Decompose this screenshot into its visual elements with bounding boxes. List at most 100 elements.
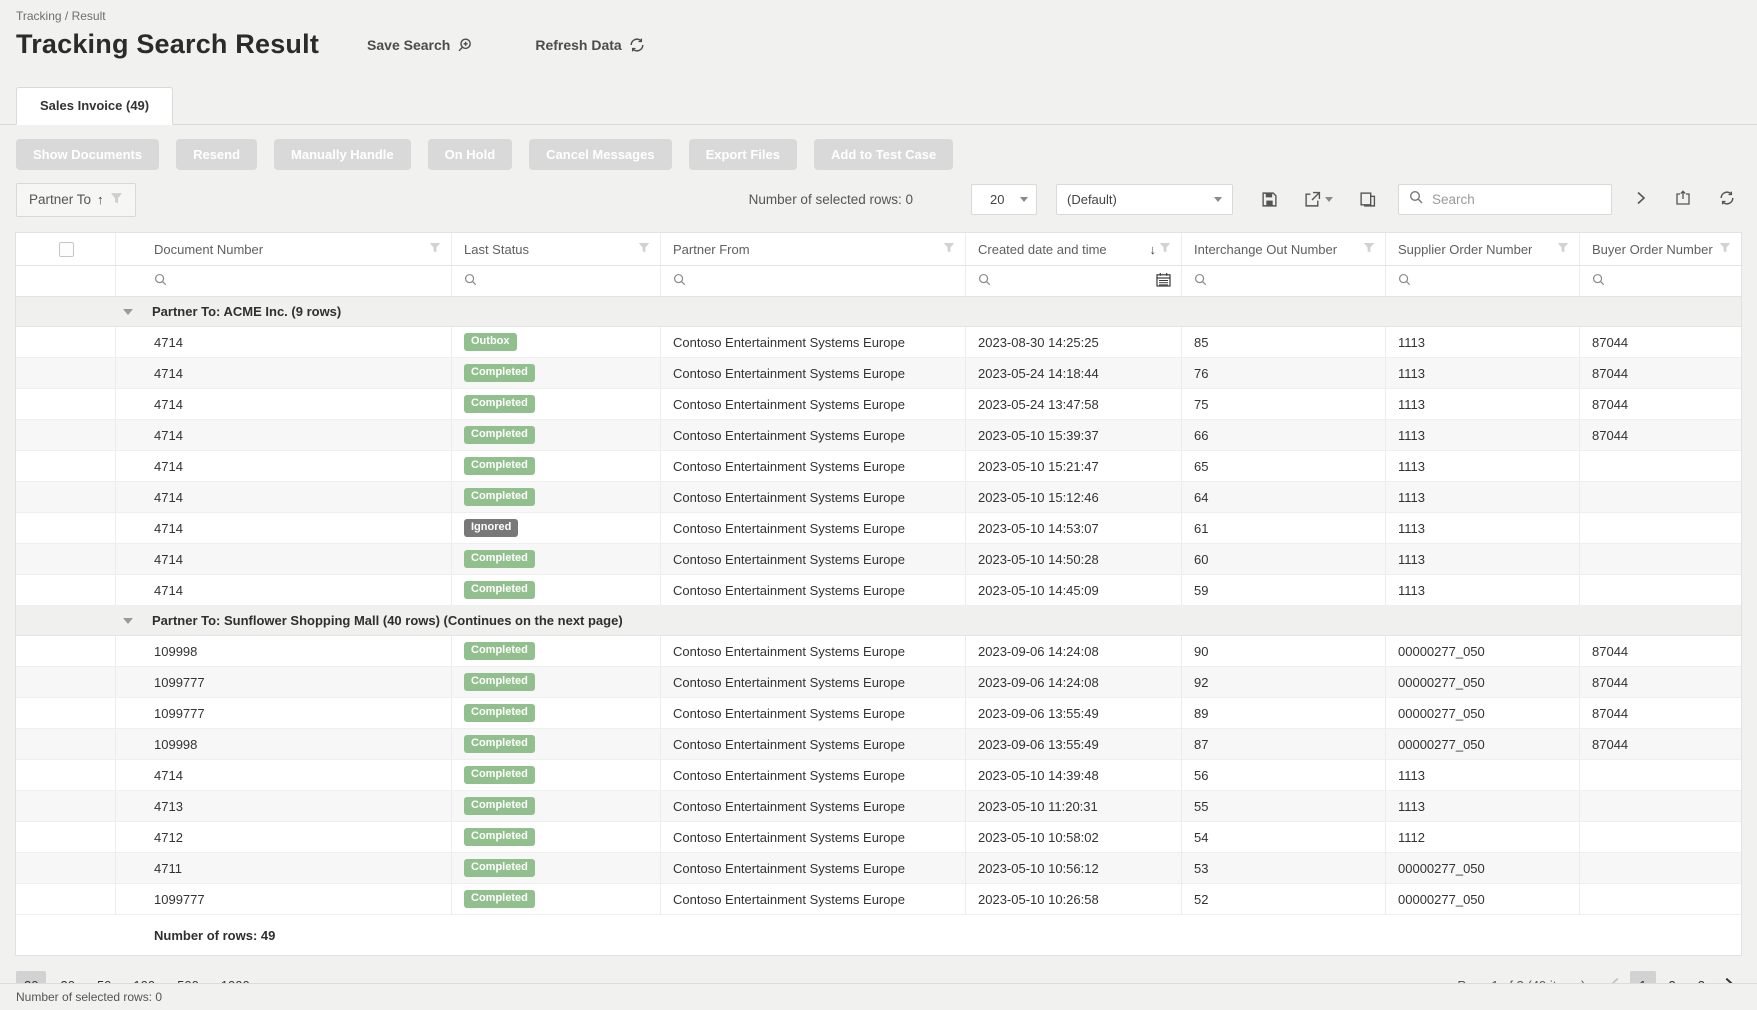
table-row[interactable]: 4714CompletedContoso Entertainment Syste… <box>16 420 1741 451</box>
column-header-doc[interactable]: Document Number <box>116 233 452 265</box>
filter-icon[interactable] <box>1557 242 1569 257</box>
search-icon <box>464 273 477 289</box>
status-bar: Number of selected rows: 0 <box>0 983 1757 1010</box>
layout-select[interactable]: (Default) <box>1056 184 1233 215</box>
breadcrumb[interactable]: Tracking / Result <box>0 0 1757 23</box>
table-row[interactable]: 4714CompletedContoso Entertainment Syste… <box>16 389 1741 420</box>
search-input[interactable] <box>1432 192 1601 207</box>
grid-header: Document Number Last StatusPartner FromCr… <box>16 233 1741 266</box>
row-checkbox-cell <box>16 791 116 821</box>
column-header-icons <box>638 242 650 257</box>
collapse-caret-icon[interactable] <box>123 618 133 624</box>
cell-supplier: 00000277_050 <box>1386 667 1580 697</box>
cell-supplier: 1113 <box>1386 482 1580 512</box>
cell-buyer: 87044 <box>1580 667 1741 697</box>
tab-sales-invoice[interactable]: Sales Invoice (49) <box>16 87 173 125</box>
group-row[interactable]: Partner To: Sunflower Shopping Mall (40 … <box>16 606 1741 636</box>
toolbar-button-add-to-test-case[interactable]: Add to Test Case <box>814 139 953 170</box>
table-row[interactable]: 1099777CompletedContoso Entertainment Sy… <box>16 884 1741 915</box>
table-row[interactable]: 4714OutboxContoso Entertainment Systems … <box>16 327 1741 358</box>
copy-button[interactable] <box>1355 187 1380 212</box>
column-header-label: Document Number <box>154 242 263 257</box>
cell-status: Completed <box>452 575 661 605</box>
table-row[interactable]: 1099777CompletedContoso Entertainment Sy… <box>16 667 1741 698</box>
cell-doc: 4714 <box>116 358 452 388</box>
column-filter-input-status[interactable] <box>452 266 661 296</box>
column-header-icons <box>1363 242 1375 257</box>
cell-buyer: 87044 <box>1580 729 1741 759</box>
column-header-partner[interactable]: Partner From <box>661 233 966 265</box>
cell-status: Completed <box>452 667 661 697</box>
cell-supplier: 1113 <box>1386 451 1580 481</box>
refresh-grid-button[interactable] <box>1713 185 1741 214</box>
export-button[interactable] <box>1300 187 1337 212</box>
cell-status: Completed <box>452 482 661 512</box>
column-filter-input-doc[interactable] <box>116 266 452 296</box>
column-filter-input-created[interactable] <box>966 266 1182 296</box>
table-row[interactable]: 4714CompletedContoso Entertainment Syste… <box>16 544 1741 575</box>
cell-inter: 65 <box>1182 451 1386 481</box>
search-icon <box>978 273 991 289</box>
toolbar-button-resend[interactable]: Resend <box>176 139 257 170</box>
cell-supplier: 00000277_050 <box>1386 729 1580 759</box>
column-filter-input-supplier[interactable] <box>1386 266 1580 296</box>
table-row[interactable]: 4714IgnoredContoso Entertainment Systems… <box>16 513 1741 544</box>
toolbar-button-show-documents[interactable]: Show Documents <box>16 139 159 170</box>
table-row[interactable]: 109998CompletedContoso Entertainment Sys… <box>16 729 1741 760</box>
cell-inter: 52 <box>1182 884 1386 914</box>
column-header-created[interactable]: Created date and time↓ <box>966 233 1182 265</box>
cell-created: 2023-05-10 10:26:58 <box>966 884 1182 914</box>
table-row[interactable]: 4714CompletedContoso Entertainment Syste… <box>16 575 1741 606</box>
column-header-supplier[interactable]: Supplier Order Number <box>1386 233 1580 265</box>
table-row[interactable]: 4714CompletedContoso Entertainment Syste… <box>16 358 1741 389</box>
cell-partner: Contoso Entertainment Systems Europe <box>661 327 966 357</box>
column-header-inter[interactable]: Interchange Out Number <box>1182 233 1386 265</box>
cell-partner: Contoso Entertainment Systems Europe <box>661 667 966 697</box>
filter-icon[interactable] <box>1159 242 1171 257</box>
status-badge: Completed <box>464 550 535 568</box>
expand-panel-button[interactable] <box>1629 186 1653 213</box>
column-filter-input-buyer[interactable] <box>1580 266 1741 296</box>
cell-status: Completed <box>452 636 661 666</box>
table-row[interactable]: 4713CompletedContoso Entertainment Syste… <box>16 791 1741 822</box>
filter-icon[interactable] <box>429 242 441 257</box>
toolbar-button-manually-handle[interactable]: Manually Handle <box>274 139 411 170</box>
column-filter-input-inter[interactable] <box>1182 266 1386 296</box>
select-all-checkbox[interactable] <box>59 242 74 257</box>
refresh-data-button[interactable]: Refresh Data <box>535 37 644 53</box>
filter-icon[interactable] <box>943 242 955 257</box>
status-badge: Completed <box>464 704 535 722</box>
filter-icon[interactable] <box>638 242 650 257</box>
toolbar-button-export-files[interactable]: Export Files <box>689 139 797 170</box>
toolbar-button-on-hold[interactable]: On Hold <box>428 139 513 170</box>
column-header-buyer[interactable]: Buyer Order Number <box>1580 233 1741 265</box>
cell-doc: 4714 <box>116 513 452 543</box>
table-row[interactable]: 109998CompletedContoso Entertainment Sys… <box>16 636 1741 667</box>
table-row[interactable]: 4714CompletedContoso Entertainment Syste… <box>16 482 1741 513</box>
toolbar-button-cancel-messages[interactable]: Cancel Messages <box>529 139 671 170</box>
filter-icon[interactable] <box>1363 242 1375 257</box>
save-view-button[interactable] <box>1257 187 1282 212</box>
cell-supplier: 00000277_050 <box>1386 853 1580 883</box>
cell-supplier: 00000277_050 <box>1386 636 1580 666</box>
table-row[interactable]: 4714CompletedContoso Entertainment Syste… <box>16 760 1741 791</box>
group-row[interactable]: Partner To: ACME Inc. (9 rows) <box>16 297 1741 327</box>
table-row[interactable]: 4712CompletedContoso Entertainment Syste… <box>16 822 1741 853</box>
table-row[interactable]: 1099777CompletedContoso Entertainment Sy… <box>16 698 1741 729</box>
table-row[interactable]: 4714CompletedContoso Entertainment Syste… <box>16 451 1741 482</box>
calendar-icon[interactable] <box>1156 272 1171 290</box>
table-row[interactable]: 4711CompletedContoso Entertainment Syste… <box>16 853 1741 884</box>
column-filter-input-partner[interactable] <box>661 266 966 296</box>
page-size-select[interactable]: 20 <box>971 184 1037 215</box>
cell-buyer: 87044 <box>1580 698 1741 728</box>
filter-icon[interactable] <box>1719 242 1731 257</box>
group-row-label: Partner To: ACME Inc. (9 rows) <box>152 304 341 319</box>
status-badge: Completed <box>464 395 535 413</box>
group-by-chip-partner-to[interactable]: Partner To ↑ <box>16 183 136 217</box>
collapse-caret-icon[interactable] <box>123 309 133 315</box>
status-badge: Completed <box>464 457 535 475</box>
save-search-button[interactable]: Save Search <box>367 37 473 53</box>
open-window-button[interactable] <box>1669 185 1697 214</box>
cell-partner: Contoso Entertainment Systems Europe <box>661 544 966 574</box>
column-header-status[interactable]: Last Status <box>452 233 661 265</box>
